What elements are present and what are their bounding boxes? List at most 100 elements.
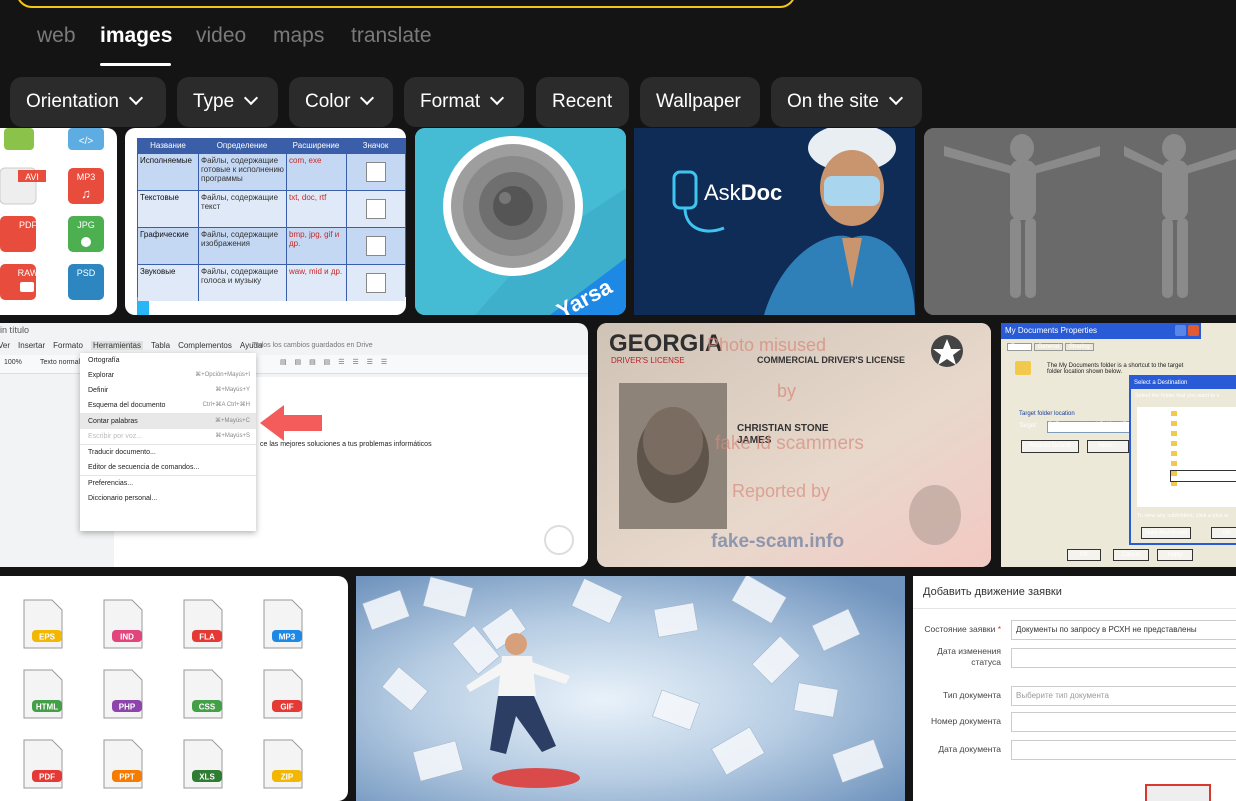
docs-menu-label: Ortografía (88, 357, 120, 364)
filter-wallpaper-button[interactable]: Wallpaper (640, 77, 760, 127)
docs-menu-label: Traducir documento... (88, 449, 156, 456)
file-badge-label: EPS (39, 633, 56, 642)
image-result-request-form[interactable]: Добавить движение заявки Состояние заявк… (913, 576, 1236, 801)
chevron-down-icon (490, 90, 505, 106)
form-divider (913, 608, 1236, 609)
form-label-text: Дата документа (938, 744, 1001, 754)
tab-images[interactable]: images (100, 22, 172, 50)
tab-maps[interactable]: maps (273, 22, 324, 50)
image-result-file-types-table[interactable]: Название Определение Расширение Значок И… (125, 128, 406, 315)
table-row: Звуковые Файлы, содержащие голоса и музык… (138, 264, 405, 301)
filter-type-button[interactable]: Type (177, 77, 278, 127)
table-row: Текстовые Файлы, содержащие текст txt, doc… (138, 190, 405, 227)
file-icon: XLS (183, 739, 223, 789)
form-row: Дата документа (913, 740, 1236, 764)
tab-translate[interactable]: translate (351, 22, 432, 50)
svg-text:♫: ♫ (81, 186, 91, 201)
xp-subtext: To view any subfolders, click a plus si (1137, 513, 1229, 519)
docs-saved-status: Todos los cambios guardados en Drive (252, 342, 373, 349)
file-icon (366, 199, 386, 219)
xp-titlebar: My Documents Properties (1001, 323, 1201, 339)
watermark-3: fake id scammers (715, 433, 864, 454)
xp-tab: Sharing (1065, 343, 1094, 351)
table-cell: Файлы, содержащие голоса и музыку (198, 265, 286, 301)
image-result-file-icons[interactable]: </> AVI MP3 ♫ PDF JPG RAW PSD (0, 128, 117, 315)
xp-target-label: Target: (1019, 423, 1038, 429)
license-subtitle: DRIVER'S LICENSE (611, 356, 685, 365)
docs-menubar: Ver Insertar Formato Herramientas Tabla Compl… (0, 341, 262, 350)
chevron-down-icon (360, 90, 375, 106)
badge-psd: PSD (77, 268, 96, 278)
tab-video[interactable]: video (196, 22, 246, 50)
3d-figure-graphic (924, 128, 1236, 315)
docs-tools-menu: Ortografía Explorar ⌘+Opción+Mayús+I Defini… (80, 353, 256, 531)
xp-ok2-button: OK (1211, 527, 1236, 539)
xp-group: Target folder location (1019, 411, 1075, 417)
file-badge-label: PPT (119, 773, 135, 782)
filter-on-the-site-button[interactable]: On the site (771, 77, 922, 127)
image-result-paper-storm[interactable] (356, 576, 905, 801)
file-icon (366, 273, 386, 293)
image-result-google-docs-menu[interactable]: in título Ver Insertar Formato Herramientas… (0, 323, 588, 567)
filter-label: Recent (552, 91, 613, 112)
red-arrow-icon (260, 405, 322, 441)
file-badge-label: IND (120, 633, 134, 642)
docs-menu-label: Explorar (88, 372, 115, 379)
file-badge-label: GIF (280, 703, 293, 712)
form-input (1011, 712, 1236, 732)
xp-folder-label: MyWorks (1179, 462, 1202, 468)
form-input (1011, 740, 1236, 760)
file-icon: PHP (103, 669, 143, 719)
svg-text:AskDoc: AskDoc (704, 180, 782, 205)
badge-jpg: JPG (77, 220, 95, 230)
filter-recent-button[interactable]: Recent (536, 77, 629, 127)
file-badge-label: CSS (199, 703, 216, 712)
image-result-3d-figure[interactable] (924, 128, 1236, 315)
tab-web[interactable]: web (37, 22, 76, 50)
image-result-xp-properties[interactable]: My Documents Properties Target General S… (1001, 323, 1236, 567)
filter-label: Type (193, 91, 235, 112)
table-cell: Файлы, содержащие готовые к исполнению п… (198, 154, 286, 190)
xp-tab: General (1033, 343, 1064, 351)
form-label: Дата документа (917, 744, 1001, 755)
file-icon: FLA (183, 599, 223, 649)
watermark-5: fake-scam.info (711, 531, 844, 552)
xp-dialog-text: Select the folder that you want to s (1135, 393, 1220, 399)
chevron-down-icon (888, 90, 903, 106)
image-result-file-icons-grid[interactable]: EPS IND FLA MP3 HTML PHP CSS GIF PDF PPT XLS ZIP (0, 576, 348, 801)
xp-dialog-title: Select a Destination (1131, 377, 1236, 389)
table-cell: com, exe (286, 154, 346, 190)
help-icon (544, 525, 574, 555)
file-icon: GIF (263, 669, 303, 719)
table-cell: bmp, jpg, gif и др. (286, 228, 346, 264)
table-cell (346, 228, 405, 264)
image-result-askdoc[interactable]: AskDoc (634, 128, 915, 315)
form-row: Состояние заявки * Документы по запросу в… (913, 620, 1236, 644)
form-label: Номер документа (917, 716, 1001, 727)
docs-menu-shortcut: ⌘+Opción+Mayús+I (195, 372, 250, 378)
table-header-cell: Значок (362, 141, 389, 150)
badge-avi: AVI (25, 172, 39, 182)
file-badge-label: HTML (36, 703, 58, 712)
help-icon (1175, 325, 1186, 336)
docs-menu-label: Contar palabras (88, 418, 138, 425)
docs-menu-item: Formato (53, 341, 83, 350)
xp-folder-label: My Documents (1179, 452, 1216, 458)
image-result-georgia-license[interactable]: GEORGIA DRIVER'S LICENSE COMMERCIAL DRIV… (597, 323, 991, 567)
filter-orientation-button[interactable]: Orientation (10, 77, 166, 127)
docs-menu-label: Editor de secuencia de comandos... (88, 464, 200, 471)
filter-format-button[interactable]: Format (404, 77, 524, 127)
xp-info: The My Documents folder is a shortcut to… (1047, 363, 1184, 375)
filter-label: Orientation (26, 91, 119, 112)
docs-menu-label: Escribir por voz... (88, 433, 143, 440)
file-badge-label: MP3 (279, 633, 296, 642)
xp-move-button: Move... (1087, 440, 1129, 453)
filter-color-button[interactable]: Color (289, 77, 393, 127)
table-header-cell: Название (150, 141, 186, 150)
folder-icon (1171, 411, 1177, 416)
file-icon: PPT (103, 739, 143, 789)
xp-folder-item: MSOCache (1171, 431, 1236, 441)
image-result-camera-app[interactable]: Yarsa (415, 128, 626, 315)
docs-menu-option: Escribir por voz... ⌘+Mayús+S (80, 429, 256, 444)
watermark-1: Photo misused (707, 335, 826, 355)
